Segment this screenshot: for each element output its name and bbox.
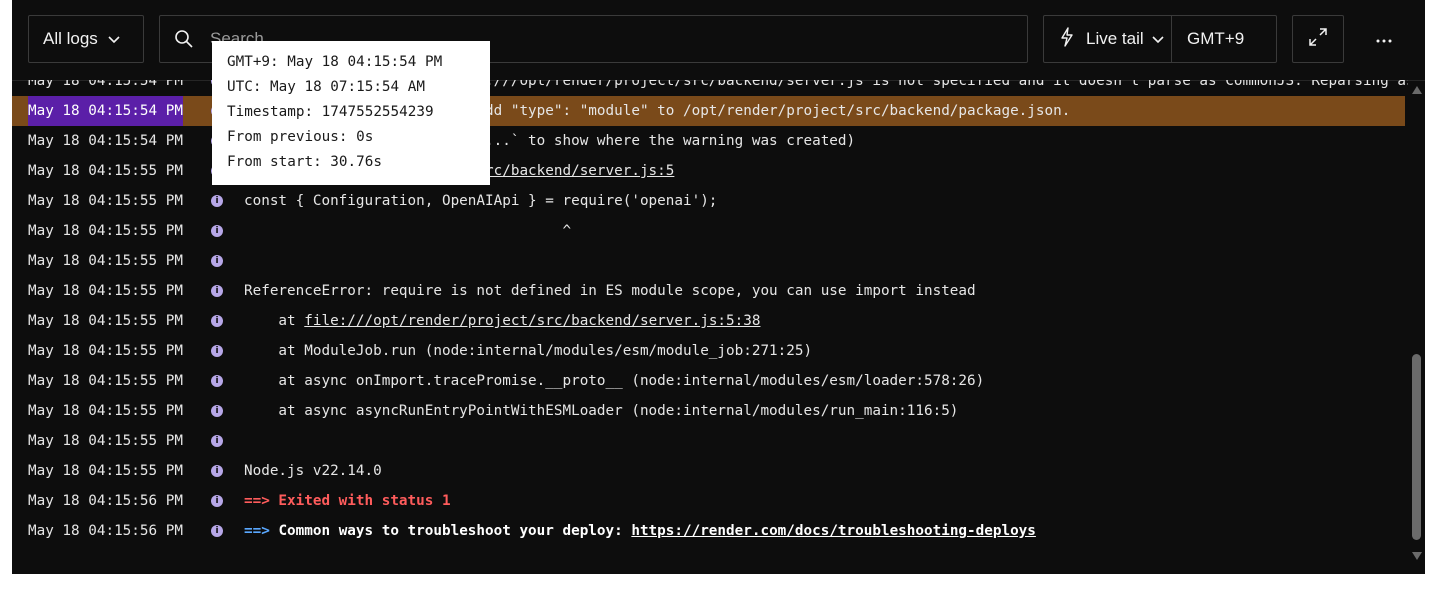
log-message: ^ [244,216,571,246]
live-tail-group: Live tail GMT+9 [1043,15,1277,63]
log-row[interactable]: May 18 04:15:55 PM i at async onImport.tr… [12,366,1405,396]
log-message-part: at async onImport.tracePromise.__proto__… [244,373,985,389]
log-timestamp[interactable]: May 18 04:15:55 PM [28,276,183,306]
scroll-down-arrow-icon[interactable] [1412,552,1422,560]
expand-icon [1308,27,1328,52]
log-message-part: const { Configuration, OpenAIApi } = req… [244,193,718,209]
log-message: ==> Exited with status 1 [244,486,451,516]
info-icon[interactable]: i [211,465,223,477]
log-timestamp[interactable]: May 18 04:15:55 PM [28,456,183,486]
log-timestamp[interactable]: May 18 04:15:55 PM [28,336,183,366]
log-row[interactable]: May 18 04:15:55 PM i const { Configuration… [12,186,1405,216]
log-message-part: ==> Exited with status 1 [244,493,451,509]
log-timestamp[interactable]: May 18 04:15:54 PM [28,80,183,96]
info-icon[interactable]: i [211,375,223,387]
log-timestamp[interactable]: May 18 04:15:55 PM [28,396,183,426]
timezone-label: GMT+9 [1187,29,1245,48]
log-link[interactable]: file:///opt/render/project/src/backend/s… [304,313,760,329]
log-timestamp[interactable]: May 18 04:15:56 PM [28,486,183,516]
tooltip-line: Timestamp: 1747552554239 [227,104,434,120]
info-icon[interactable]: i [211,405,223,417]
scroll-up-arrow-icon[interactable] [1412,86,1422,94]
log-row[interactable]: May 18 04:15:55 PM i ^ [12,216,1405,246]
chevron-down-icon [108,29,120,49]
log-message-part: ReferenceError: require is not defined i… [244,283,976,299]
log-message: ==> Common ways to troubleshoot your dep… [244,516,1036,546]
log-message-part: ^ [244,223,572,239]
log-filter-dropdown[interactable]: All logs [28,15,144,63]
lightning-icon [1060,26,1074,52]
more-options-button[interactable] [1364,15,1404,63]
log-message-part: Node.js v22.14.0 [244,463,382,479]
log-link[interactable]: https://render.com/docs/troubleshooting-… [631,523,1036,539]
log-row[interactable]: May 18 04:15:56 PM i ==> Exited with statu… [12,486,1405,516]
log-message: at async onImport.tracePromise.__proto__… [244,366,984,396]
log-timestamp[interactable]: May 18 04:15:55 PM [28,186,183,216]
scrollbar[interactable] [1408,80,1425,574]
log-row[interactable]: May 18 04:15:55 PM i at async asyncRunEnt… [12,396,1405,426]
log-row[interactable]: May 18 04:15:55 PM i [12,426,1405,456]
log-message: at file:///opt/render/project/src/backen… [244,306,760,336]
log-message-part: at [244,313,305,329]
log-timestamp[interactable]: May 18 04:15:55 PM [28,246,183,276]
info-icon[interactable]: i [211,495,223,507]
log-row[interactable]: May 18 04:15:55 PM i ReferenceError: requi… [12,276,1405,306]
search-icon [174,29,194,54]
info-icon[interactable]: i [211,315,223,327]
log-message: ReferenceError: require is not defined i… [244,276,976,306]
live-tail-button[interactable]: Live tail [1044,16,1172,62]
log-row[interactable]: May 18 04:15:55 PM i at ModuleJob.run (no… [12,336,1405,366]
tooltip-line: GMT+9: May 18 04:15:54 PM [227,54,443,70]
log-message-part: ==> [244,523,279,539]
log-timestamp[interactable]: May 18 04:15:54 PM [28,126,183,156]
log-timestamp[interactable]: May 18 04:15:55 PM [28,306,183,336]
log-timestamp[interactable]: May 18 04:15:55 PM [28,216,183,246]
timestamp-tooltip: GMT+9: May 18 04:15:54 PM UTC: May 18 07:… [212,41,490,185]
live-tail-label: Live tail [1086,29,1144,48]
log-message: Node.js v22.14.0 [244,456,382,486]
timezone-button[interactable]: GMT+9 [1172,29,1244,49]
log-row[interactable]: May 18 04:15:56 PM i ==> Common ways to tr… [12,516,1405,546]
fullscreen-button[interactable] [1292,15,1344,63]
log-message: at async asyncRunEntryPointWithESMLoader… [244,396,958,426]
scrollbar-thumb[interactable] [1412,354,1421,540]
log-message-part: at ModuleJob.run (node:internal/modules/… [244,343,813,359]
log-panel: All logs Live tail GMT+9 [12,0,1425,574]
log-timestamp[interactable]: May 18 04:15:55 PM [28,426,183,456]
chevron-down-icon [1152,29,1164,49]
tooltip-line: UTC: May 18 07:15:54 AM [227,79,425,95]
log-timestamp[interactable]: May 18 04:15:54 PM [28,96,183,126]
log-row[interactable]: May 18 04:15:55 PM i [12,246,1405,276]
log-timestamp[interactable]: May 18 04:15:56 PM [28,516,183,546]
info-icon[interactable]: i [211,255,223,267]
log-message-part: Common ways to troubleshoot your deploy: [278,523,632,539]
info-icon[interactable]: i [211,225,223,237]
info-icon[interactable]: i [211,195,223,207]
log-row[interactable]: May 18 04:15:55 PM i Node.js v22.14.0 [12,456,1405,486]
info-icon[interactable]: i [211,285,223,297]
log-message: const { Configuration, OpenAIApi } = req… [244,186,717,216]
log-timestamp[interactable]: May 18 04:15:55 PM [28,366,183,396]
info-icon[interactable]: i [211,525,223,537]
log-filter-label: All logs [43,29,98,48]
info-icon[interactable]: i [211,435,223,447]
info-icon[interactable]: i [211,345,223,357]
log-timestamp[interactable]: May 18 04:15:55 PM [28,156,183,186]
log-row[interactable]: May 18 04:15:55 PM i at file:///opt/rende… [12,306,1405,336]
more-icon [1376,30,1392,48]
log-message-part: at async asyncRunEntryPointWithESMLoader… [244,403,959,419]
tooltip-line: From start: 30.76s [227,154,382,170]
log-message: at ModuleJob.run (node:internal/modules/… [244,336,812,366]
tooltip-line: From previous: 0s [227,129,374,145]
